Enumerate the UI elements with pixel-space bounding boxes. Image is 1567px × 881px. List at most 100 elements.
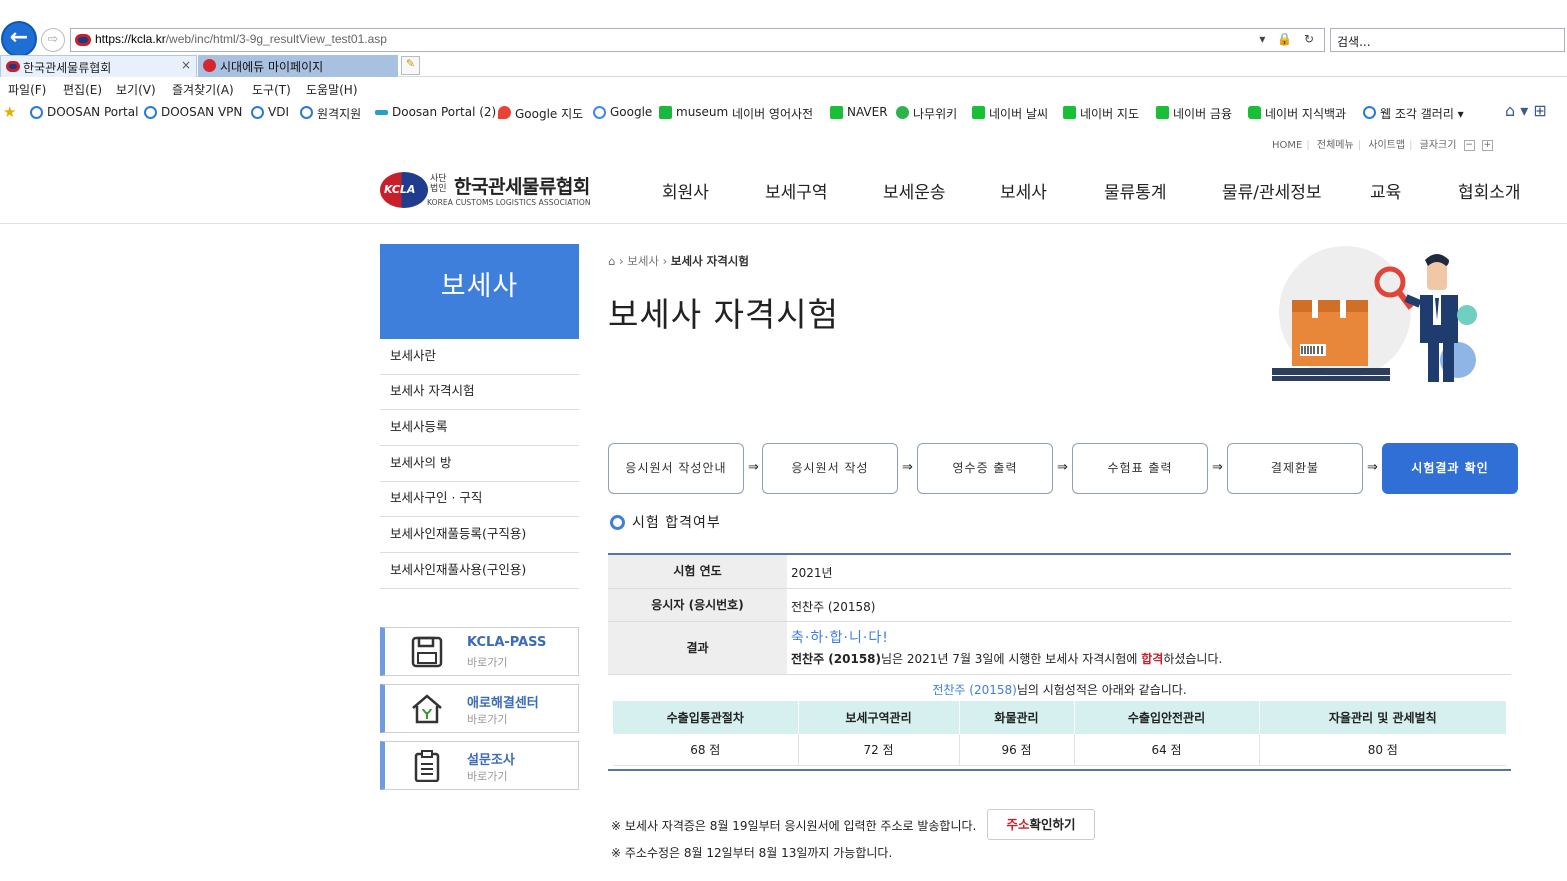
site-logo[interactable]: KCLA 사단 법인 한국관세물류협회 KOREA CUSTOMS LOGIST… xyxy=(380,170,592,210)
menu-edit[interactable]: 편집(E) xyxy=(63,81,102,98)
nav-bonded-transport[interactable]: 보세운송 xyxy=(883,178,946,203)
step-guide[interactable]: 응시원서 작성안내 xyxy=(608,443,744,494)
kcla-favicon-icon xyxy=(6,61,20,72)
util-all-menu-link[interactable]: 전체메뉴 xyxy=(1317,140,1354,151)
sidebar-item-room[interactable]: 보세사의 방 xyxy=(380,446,579,482)
score-summary: 전찬주 (20158)님의 시험성적은 아래와 같습니다. xyxy=(932,683,1187,697)
row-applicant: 응시자 (응시번호) 전찬주 (20158) xyxy=(608,589,1511,622)
score-header: 수출입안전관리 xyxy=(1074,701,1260,734)
util-home-link[interactable]: HOME xyxy=(1272,140,1302,151)
step-arrow-icon: ⇒ xyxy=(1212,460,1223,475)
fav-remote-support[interactable]: 원격지원 xyxy=(300,105,361,122)
score-header: 화물관리 xyxy=(959,701,1075,734)
quick-kcla-pass[interactable]: KCLA-PASS 바로가기 xyxy=(380,627,579,676)
naver-icon xyxy=(1063,106,1076,119)
close-tab-icon[interactable]: × xyxy=(181,58,191,72)
menu-favorites[interactable]: 즐겨찾기(A) xyxy=(172,81,234,98)
nav-members[interactable]: 회원사 xyxy=(662,178,709,203)
nav-education[interactable]: 교육 xyxy=(1370,178,1401,203)
fav-doosan-portal[interactable]: DOOSAN Portal xyxy=(30,105,138,119)
url-text: https://kcla.kr/web/inc/html/3-9g_result… xyxy=(95,32,387,46)
naver-icon xyxy=(1156,106,1169,119)
house-icon xyxy=(410,693,444,725)
fav-doosan-portal-2[interactable]: Doosan Portal (2) xyxy=(375,105,496,119)
utility-links: HOME | 전체메뉴 | 사이트맵 | 글자크기 − + xyxy=(1272,139,1493,151)
favorites-star-icon[interactable]: ★ xyxy=(3,103,16,121)
tab-kcla[interactable]: 한국관세물류협회 × xyxy=(0,55,197,77)
step-receipt[interactable]: 영수증 출력 xyxy=(917,443,1053,494)
step-apply[interactable]: 응시원서 작성 xyxy=(762,443,898,494)
nav-logistics-stats[interactable]: 물류통계 xyxy=(1104,178,1167,203)
site-favicon-icon xyxy=(75,34,91,46)
util-sitemap-link[interactable]: 사이트맵 xyxy=(1368,140,1405,151)
ie-icon xyxy=(251,106,264,119)
url-tools-icon[interactable]: ▾ 🔒 ↻ xyxy=(1259,32,1318,46)
fav-google-maps[interactable]: Google 지도 xyxy=(498,105,583,122)
browser-chrome: ← ⇨ https://kcla.kr/web/inc/html/3-9g_re… xyxy=(0,0,1567,126)
header-divider xyxy=(0,223,1567,224)
section-title: 시험 합격여부 xyxy=(608,512,721,532)
sidebar-item-talent-register[interactable]: 보세사인재풀등록(구직용) xyxy=(380,517,579,553)
fav-naver-knowledge[interactable]: 네이버 지식백과 xyxy=(1248,105,1346,122)
breadcrumb-level1[interactable]: 보세사 xyxy=(627,254,659,268)
naver-icon xyxy=(972,106,985,119)
new-tab-icon[interactable]: ✎ xyxy=(401,56,420,75)
fav-naver-finance[interactable]: 네이버 금융 xyxy=(1156,105,1232,122)
step-arrow-icon: ⇒ xyxy=(902,460,913,475)
step-arrow-icon: ⇒ xyxy=(748,460,759,475)
pass-message: 전찬주 (20158)님은 2021년 7월 3일에 시행한 보세사 자격시험에… xyxy=(791,652,1223,666)
url-input[interactable]: https://kcla.kr/web/inc/html/3-9g_result… xyxy=(70,28,1325,52)
page-title: 보세사 자격시험 xyxy=(608,295,840,334)
fav-google[interactable]: Google xyxy=(593,105,652,119)
google-icon xyxy=(593,106,606,119)
step-arrow-icon: ⇒ xyxy=(1057,460,1068,475)
fav-naver[interactable]: NAVER xyxy=(830,105,888,119)
sidebar-item-about[interactable]: 보세사란 xyxy=(380,339,579,375)
step-admission-ticket[interactable]: 수험표 출력 xyxy=(1072,443,1208,494)
ie-icon xyxy=(300,106,313,119)
menu-help[interactable]: 도움말(H) xyxy=(306,81,358,98)
fav-doosan-vpn[interactable]: DOOSAN VPN xyxy=(144,105,242,119)
font-decrease-button[interactable]: − xyxy=(1463,139,1475,151)
ie-icon xyxy=(30,106,43,119)
tab-sidaeedu[interactable]: 시대에듀 마이페이지 xyxy=(198,55,398,77)
score-header: 자율관리 및 관세벌칙 xyxy=(1259,701,1506,734)
sidebar-item-jobs[interactable]: 보세사구인 · 구직 xyxy=(380,481,579,517)
quick-survey[interactable]: 설문조사 바로가기 xyxy=(380,741,579,790)
back-button[interactable]: ← xyxy=(1,21,37,57)
search-input[interactable]: 검색... xyxy=(1330,28,1565,52)
menu-file[interactable]: 파일(F) xyxy=(8,81,46,98)
ie-icon xyxy=(1363,106,1376,119)
fav-namuwiki[interactable]: 나무위키 xyxy=(896,105,957,122)
fav-web-slice-gallery[interactable]: 웹 조각 갤러리 ▾ xyxy=(1363,105,1464,122)
menu-bar: 파일(F) 편집(E) 보기(V) 즐겨찾기(A) 도구(T) 도움말(H) xyxy=(0,78,1567,98)
nav-logistics-info[interactable]: 물류/관세정보 xyxy=(1222,178,1322,203)
fav-vdi[interactable]: VDI xyxy=(251,105,289,119)
naver-icon xyxy=(830,106,843,119)
menu-tools[interactable]: 도구(T) xyxy=(252,81,291,98)
score-value: 96 점 xyxy=(959,734,1075,766)
tab-strip: 한국관세물류협회 × 시대에듀 마이페이지 ✎ xyxy=(0,55,1567,77)
step-refund[interactable]: 결제환불 xyxy=(1227,443,1363,494)
logo-english: KOREA CUSTOMS LOGISTICS ASSOCIATION xyxy=(427,198,591,207)
browser-home-icon[interactable]: ⌂ ▾ ⊞ xyxy=(1505,101,1547,120)
nav-bonded-agent[interactable]: 보세사 xyxy=(1000,178,1047,203)
sidebar-item-exam[interactable]: 보세사 자격시험 xyxy=(380,374,579,410)
sidebar-item-register[interactable]: 보세사등록 xyxy=(380,410,579,446)
nav-bonded-area[interactable]: 보세구역 xyxy=(765,178,828,203)
step-arrow-icon: ⇒ xyxy=(1367,460,1378,475)
nav-about[interactable]: 협회소개 xyxy=(1458,178,1521,203)
home-icon[interactable]: ⌂ xyxy=(608,254,615,268)
menu-view[interactable]: 보기(V) xyxy=(116,81,156,98)
forward-button[interactable]: ⇨ xyxy=(41,28,65,52)
logo-small-text: 사단 법인 xyxy=(430,174,447,194)
map-pin-icon xyxy=(498,106,511,119)
font-increase-button[interactable]: + xyxy=(1481,139,1493,151)
fav-naver-weather[interactable]: 네이버 날씨 xyxy=(972,105,1048,122)
address-check-button[interactable]: 주소확인하기 xyxy=(987,809,1095,840)
quick-help-center[interactable]: 애로해결센터 바로가기 xyxy=(380,684,579,733)
step-result-check[interactable]: 시험결과 확인 xyxy=(1382,443,1518,494)
fav-naver-map[interactable]: 네이버 지도 xyxy=(1063,105,1139,122)
sidebar-item-talent-use[interactable]: 보세사인재풀사용(구인용) xyxy=(380,553,579,589)
fav-naver-dict[interactable]: 네이버 영어사전 xyxy=(715,105,813,122)
